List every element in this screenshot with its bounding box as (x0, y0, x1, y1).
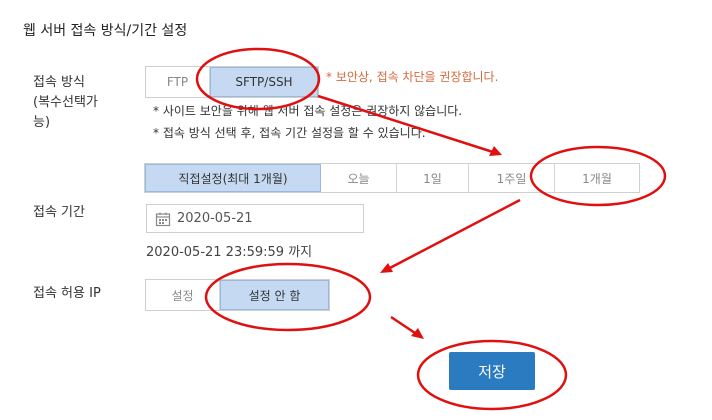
arrow-head-3 (411, 328, 424, 339)
calendar-icon (155, 212, 171, 226)
arrow-head-2 (380, 263, 393, 273)
method-select-note-text: * 접속 방식 선택 후, 접속 기간 설정을 할 수 있습니다. (153, 126, 426, 140)
allowed-ip-label: 접속 허용 IP (33, 286, 101, 301)
arrow-line-3 (390, 315, 419, 337)
access-period-label: 접속 기간 (33, 205, 85, 220)
sftp-ssh-option-button[interactable]: SFTP/SSH (210, 67, 318, 97)
ip-set-button[interactable]: 설정 (146, 280, 220, 310)
date-input[interactable]: 2020-05-21 (146, 204, 364, 233)
period-today-button[interactable]: 오늘 (321, 164, 397, 192)
access-method-label-line3: 능) (33, 115, 51, 130)
expiry-text: 2020-05-21 23:59:59 까지 (146, 245, 313, 260)
period-1day-button[interactable]: 1일 (397, 164, 469, 192)
date-value: 2020-05-21 (177, 211, 253, 226)
access-method-label-line1: 접속 방식 (33, 75, 85, 90)
security-warning-text: * 보안상, 접속 차단을 권장합니다. (326, 70, 499, 84)
access-method-label: 접속 방식 (복수선택가 능) (33, 73, 98, 133)
arrow-head-1 (489, 146, 502, 156)
access-method-label-line2: (복수선택가 (33, 95, 98, 110)
period-custom-button[interactable]: 직접설정(최대 1개월) (145, 164, 321, 192)
allowed-ip-toggle: 설정 설정 안 함 (145, 279, 330, 311)
security-note-text: * 사이트 보안을 위해 웹 서버 접속 설정은 권장하지 않습니다. (153, 104, 463, 118)
access-period-toggle: 직접설정(최대 1개월) 오늘 1일 1주일 1개월 (144, 163, 640, 193)
save-button[interactable]: 저장 (449, 352, 535, 390)
period-1week-button[interactable]: 1주일 (469, 164, 555, 192)
arrow-line-2 (385, 198, 521, 272)
ip-not-set-button[interactable]: 설정 안 함 (220, 280, 329, 310)
page-title: 웹 서버 접속 방식/기간 설정 (23, 23, 188, 39)
access-method-toggle: FTP SFTP/SSH (145, 66, 319, 98)
ftp-option-button[interactable]: FTP (146, 67, 210, 97)
period-1month-button[interactable]: 1개월 (555, 164, 639, 192)
